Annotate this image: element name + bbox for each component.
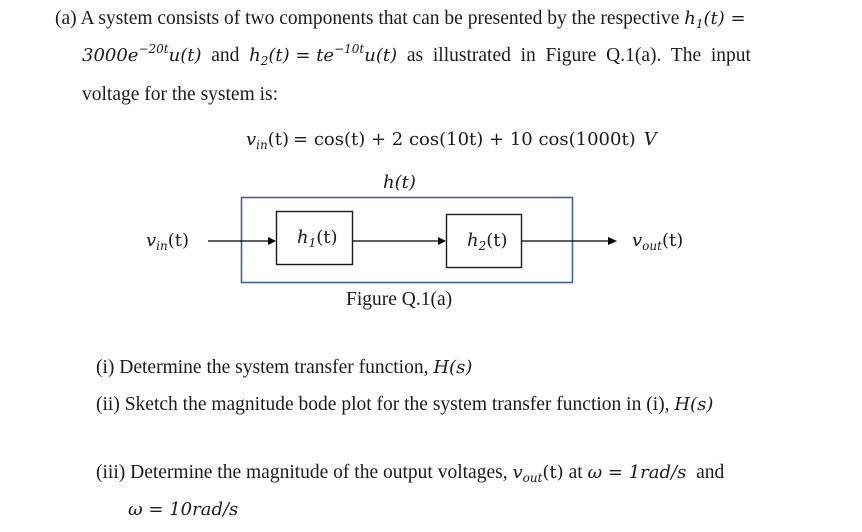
question-i-math: H(s) (433, 357, 473, 378)
question-ii-text: Sketch the magnitude bode plot for the s… (124, 394, 670, 415)
question-ii: (ii) Sketch the magnitude bode plot for … (96, 394, 713, 416)
system-label: h(t) (383, 172, 416, 193)
question-i-text: Determine the system transfer function, (119, 357, 429, 378)
output-signal-label: vout(t) (632, 230, 684, 253)
h2-block-label: h2(t) (467, 230, 508, 253)
question-ii-label: (ii) (96, 394, 120, 415)
input-arrowhead (268, 237, 276, 245)
question-iii-label: (iii) (96, 462, 126, 483)
question-i-label: (i) (96, 357, 115, 378)
block-diagram (208, 196, 617, 284)
question-ii-math: H(s) (674, 394, 714, 415)
output-arrowhead (608, 237, 617, 245)
omega-2: ω = 10rad/s (128, 499, 239, 520)
figure-caption: Figure Q.1(a) (346, 289, 453, 310)
vout-symbol: vout(t) (512, 462, 564, 485)
question-iii-text: Determine the magnitude of the output vo… (130, 462, 508, 483)
at-text: at (568, 462, 583, 483)
question-i: (i) Determine the system transfer functi… (96, 357, 472, 379)
middle-arrowhead (438, 237, 446, 245)
and-text-2: and (696, 462, 725, 483)
h1-block-label: h1(t) (297, 227, 338, 250)
question-iii: (iii) Determine the magnitude of the out… (96, 462, 724, 484)
input-signal-label: vin(t) (146, 230, 190, 253)
omega-1: ω = 1rad/s (587, 462, 687, 483)
